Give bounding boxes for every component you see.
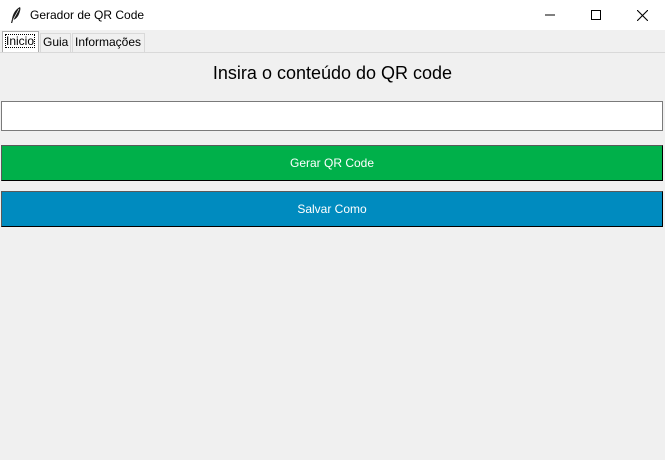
tab-guia[interactable]: Guia <box>40 33 71 52</box>
maximize-button[interactable] <box>573 0 619 30</box>
window-title: Gerador de QR Code <box>30 8 145 22</box>
close-icon <box>636 9 648 21</box>
close-button[interactable] <box>619 0 665 30</box>
tab-inicio[interactable]: Inicio <box>2 31 39 52</box>
tab-guia-label: Guia <box>43 35 69 49</box>
feather-icon <box>10 7 22 23</box>
page-title: Insira o conteúdo do QR code <box>212 63 453 83</box>
content-panel: Insira o conteúdo do QR code Gerar QR Co… <box>0 52 665 460</box>
app-window: Gerador de QR Code Inicio Guia Informaçõ… <box>0 0 665 460</box>
title-bar[interactable]: Gerador de QR Code <box>0 0 665 30</box>
tab-bar: Inicio Guia Informações <box>0 30 665 52</box>
minimize-icon <box>545 14 555 16</box>
tab-informacoes[interactable]: Informações <box>72 33 145 52</box>
generate-qr-button[interactable]: Gerar QR Code <box>1 145 663 181</box>
tab-informacoes-label: Informações <box>75 35 142 49</box>
tab-inicio-label: Inicio <box>5 34 36 48</box>
maximize-icon <box>591 10 601 20</box>
save-as-button[interactable]: Salvar Como <box>1 191 663 227</box>
qr-content-input[interactable] <box>1 101 663 131</box>
minimize-button[interactable] <box>527 0 573 30</box>
